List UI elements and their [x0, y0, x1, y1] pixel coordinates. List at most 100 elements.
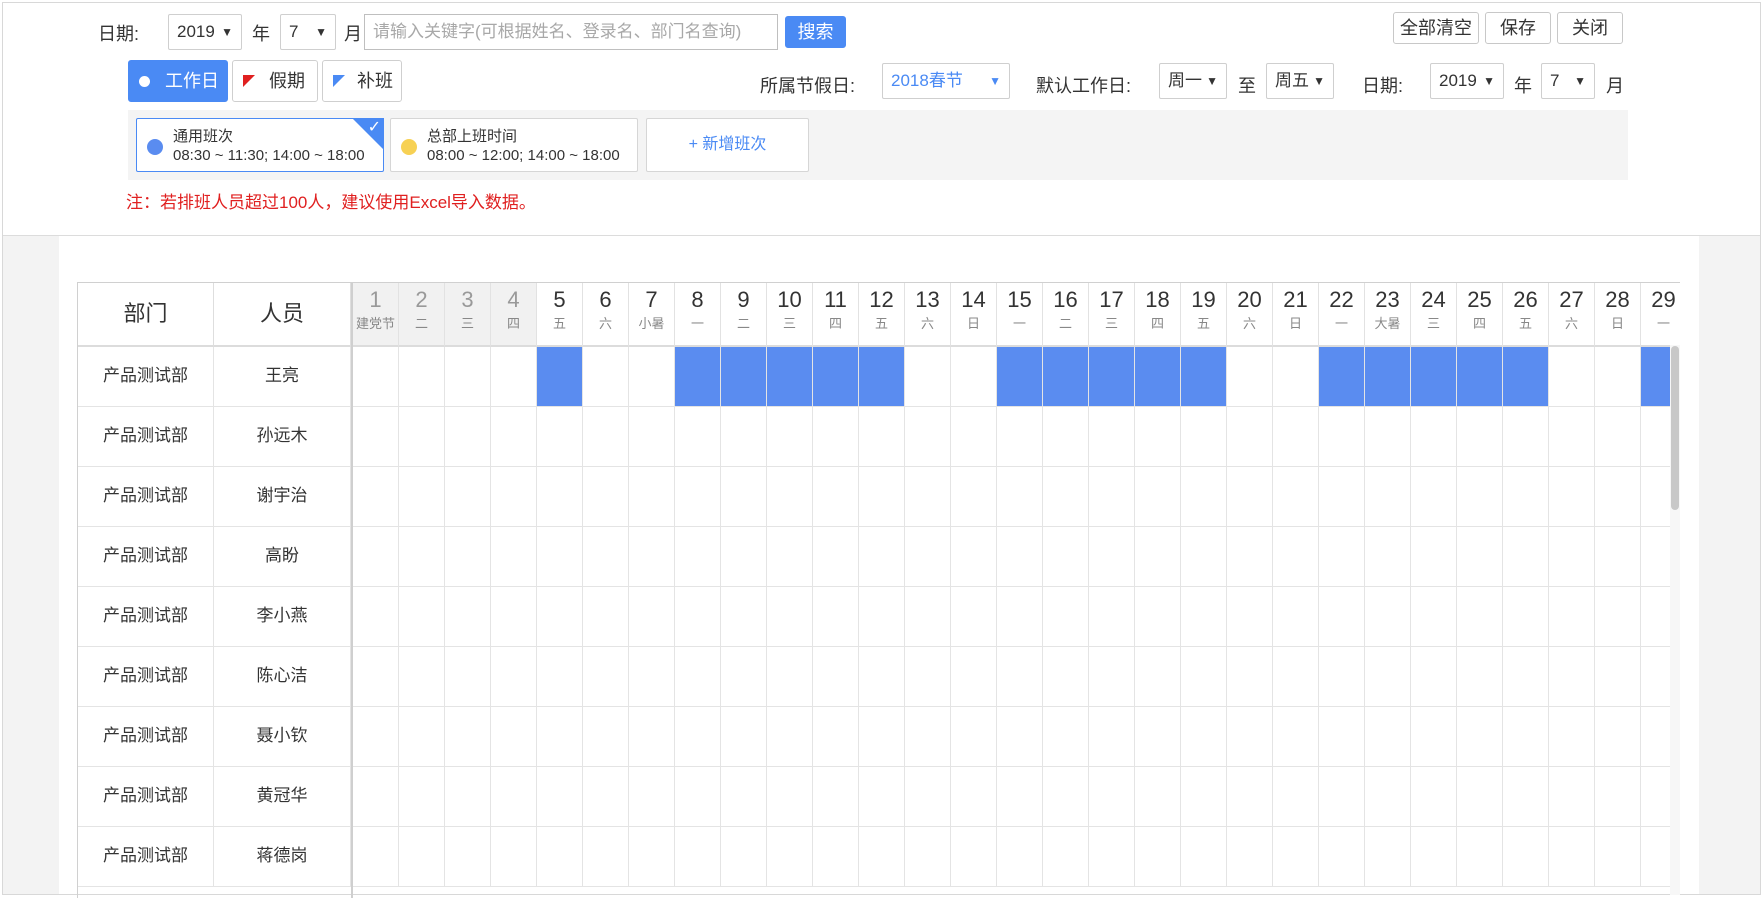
schedule-cell[interactable]: [1273, 587, 1319, 647]
schedule-cell[interactable]: [1503, 587, 1549, 647]
schedule-cell[interactable]: [1365, 527, 1411, 587]
day-header[interactable]: 6六: [583, 283, 629, 347]
day-header[interactable]: 25 四: [1457, 283, 1503, 347]
schedule-cell[interactable]: [1503, 707, 1549, 767]
save-button[interactable]: 保存: [1485, 12, 1551, 44]
schedule-cell[interactable]: [721, 707, 767, 767]
schedule-cell[interactable]: [445, 707, 491, 767]
schedule-cell[interactable]: [951, 407, 997, 467]
schedule-cell[interactable]: [1043, 767, 1089, 827]
schedule-cell[interactable]: [1595, 647, 1641, 707]
schedule-cell[interactable]: [951, 827, 997, 887]
schedule-cell[interactable]: [537, 467, 583, 527]
schedule-cell[interactable]: [951, 647, 997, 707]
schedule-cell[interactable]: [1549, 647, 1595, 707]
schedule-cell[interactable]: [399, 587, 445, 647]
schedule-cell[interactable]: [1319, 707, 1365, 767]
schedule-cell[interactable]: [1365, 647, 1411, 707]
schedule-cell[interactable]: [1135, 587, 1181, 647]
schedule-cell[interactable]: [1319, 467, 1365, 527]
schedule-cell[interactable]: [813, 467, 859, 527]
workday-from-select[interactable]: 周一 ▼: [1159, 63, 1227, 99]
schedule-cell[interactable]: [1411, 707, 1457, 767]
day-header[interactable]: 5五: [537, 283, 583, 347]
schedule-cell[interactable]: [353, 407, 399, 467]
schedule-cell[interactable]: [675, 407, 721, 467]
schedule-cell[interactable]: [721, 587, 767, 647]
schedule-cell[interactable]: [629, 707, 675, 767]
schedule-cell[interactable]: [1365, 347, 1411, 407]
schedule-cell[interactable]: [905, 467, 951, 527]
schedule-cell[interactable]: [1411, 347, 1457, 407]
schedule-cell[interactable]: [721, 647, 767, 707]
day-header[interactable]: 15 一: [997, 283, 1043, 347]
schedule-cell[interactable]: [813, 347, 859, 407]
settings-year-select[interactable]: 2019 ▼: [1430, 63, 1504, 99]
schedule-cell[interactable]: [1457, 647, 1503, 707]
day-header[interactable]: 3三: [445, 283, 491, 347]
schedule-cell[interactable]: [1319, 587, 1365, 647]
schedule-cell[interactable]: [767, 767, 813, 827]
schedule-cell[interactable]: [1365, 587, 1411, 647]
schedule-cell[interactable]: [491, 407, 537, 467]
schedule-cell[interactable]: [1135, 407, 1181, 467]
schedule-cell[interactable]: [1411, 647, 1457, 707]
holiday-legend-button[interactable]: 假期: [232, 60, 318, 102]
schedule-cell[interactable]: [1227, 407, 1273, 467]
schedule-cell[interactable]: [353, 767, 399, 827]
schedule-cell[interactable]: [675, 527, 721, 587]
schedule-cell[interactable]: [905, 527, 951, 587]
schedule-cell[interactable]: [1089, 707, 1135, 767]
schedule-cell[interactable]: [767, 347, 813, 407]
day-header[interactable]: 26 五: [1503, 283, 1549, 347]
schedule-cell[interactable]: [997, 347, 1043, 407]
schedule-cell[interactable]: [1549, 347, 1595, 407]
schedule-cell[interactable]: [997, 587, 1043, 647]
schedule-cell[interactable]: [997, 647, 1043, 707]
schedule-cell[interactable]: [997, 707, 1043, 767]
schedule-cell[interactable]: [399, 407, 445, 467]
schedule-cell[interactable]: [813, 647, 859, 707]
schedule-cell[interactable]: [1181, 647, 1227, 707]
schedule-cell[interactable]: [1319, 527, 1365, 587]
schedule-cell[interactable]: [997, 407, 1043, 467]
schedule-cell[interactable]: [1503, 767, 1549, 827]
schedule-cell[interactable]: [1181, 707, 1227, 767]
schedule-cell[interactable]: [1273, 827, 1319, 887]
schedule-cell[interactable]: [629, 767, 675, 827]
schedule-cell[interactable]: [583, 467, 629, 527]
schedule-cell[interactable]: [1365, 707, 1411, 767]
schedule-cell[interactable]: [629, 347, 675, 407]
day-header[interactable]: 8一: [675, 283, 721, 347]
schedule-cell[interactable]: [537, 827, 583, 887]
makeup-legend-button[interactable]: 补班: [322, 60, 402, 102]
schedule-cell[interactable]: [905, 767, 951, 827]
schedule-cell[interactable]: [1227, 767, 1273, 827]
schedule-cell[interactable]: [1135, 527, 1181, 587]
schedule-cell[interactable]: [1457, 347, 1503, 407]
schedule-cell[interactable]: [813, 407, 859, 467]
schedule-cell[interactable]: [1549, 407, 1595, 467]
shift-card-hq[interactable]: 总部上班时间 08:00 ~ 12:00; 14:00 ~ 18:00: [390, 118, 638, 172]
schedule-cell[interactable]: [997, 827, 1043, 887]
schedule-cell[interactable]: [1319, 827, 1365, 887]
schedule-cell[interactable]: [997, 767, 1043, 827]
schedule-cell[interactable]: [859, 527, 905, 587]
schedule-cell[interactable]: [629, 527, 675, 587]
schedule-cell[interactable]: [491, 707, 537, 767]
schedule-cell[interactable]: [813, 827, 859, 887]
day-header[interactable]: 10 三: [767, 283, 813, 347]
schedule-cell[interactable]: [1181, 527, 1227, 587]
schedule-cell[interactable]: [1457, 587, 1503, 647]
schedule-cell[interactable]: [1319, 407, 1365, 467]
schedule-cell[interactable]: [399, 647, 445, 707]
day-header[interactable]: 17 三: [1089, 283, 1135, 347]
schedule-cell[interactable]: [1181, 827, 1227, 887]
schedule-cell[interactable]: [767, 647, 813, 707]
day-header[interactable]: 16 二: [1043, 283, 1089, 347]
schedule-cell[interactable]: [353, 347, 399, 407]
schedule-cell[interactable]: [859, 407, 905, 467]
schedule-cell[interactable]: [813, 707, 859, 767]
schedule-cell[interactable]: [1503, 827, 1549, 887]
schedule-cell[interactable]: [537, 347, 583, 407]
